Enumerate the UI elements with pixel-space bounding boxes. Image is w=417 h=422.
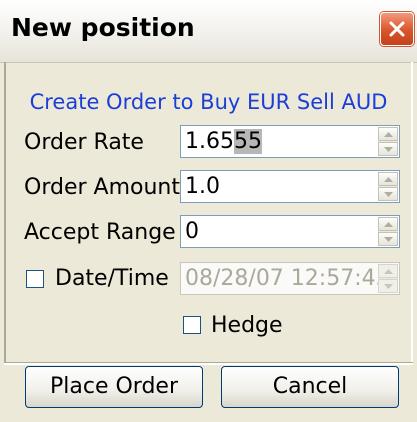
close-icon (389, 21, 405, 37)
order-amount-label: Order Amount (24, 175, 180, 200)
date-time-spinner (378, 264, 398, 293)
order-amount-value[interactable]: 1.0 (185, 173, 220, 200)
accept-range-spinner[interactable] (378, 217, 398, 246)
order-rate-field[interactable]: 1.6555 (180, 125, 400, 158)
accept-range-label: Accept Range (24, 220, 176, 245)
order-amount-spinner[interactable] (378, 172, 398, 201)
order-rate-value-selected: 55 (233, 129, 262, 154)
order-rate-spinner[interactable] (378, 127, 398, 156)
order-amount-spin-up[interactable] (378, 172, 398, 186)
date-time-checkbox[interactable] (26, 270, 44, 288)
order-rate-spin-up[interactable] (378, 127, 398, 141)
date-time-spin-down (378, 279, 398, 293)
accept-range-field[interactable]: 0 (180, 215, 400, 248)
spin-up-icon (383, 131, 393, 137)
spin-down-icon (383, 191, 393, 197)
date-time-value: 08/28/07 12:57:45 (185, 266, 390, 291)
accept-range-value[interactable]: 0 (185, 218, 199, 245)
spin-up-icon (383, 221, 393, 227)
title-bar[interactable]: New position (0, 0, 417, 63)
accept-range-spin-down[interactable] (378, 232, 398, 246)
accept-range-spin-up[interactable] (378, 217, 398, 231)
close-button[interactable] (380, 12, 414, 46)
dialog-window: New position Create Order to Buy EUR Sel… (0, 0, 417, 422)
order-rate-value-plain: 1.65 (185, 129, 234, 154)
hedge-checkbox[interactable] (183, 316, 201, 334)
place-order-button[interactable]: Place Order (25, 366, 203, 408)
spin-down-icon (383, 146, 393, 152)
spin-up-icon (383, 268, 393, 274)
order-rate-value[interactable]: 1.6555 (185, 128, 262, 155)
order-amount-spin-down[interactable] (378, 187, 398, 201)
spin-down-icon (383, 283, 393, 289)
window-title: New position (11, 13, 195, 42)
order-amount-field[interactable]: 1.0 (180, 170, 400, 203)
date-time-field: 08/28/07 12:57:45 (180, 262, 400, 295)
spin-down-icon (383, 236, 393, 242)
date-time-label[interactable]: Date/Time (55, 266, 169, 291)
order-headline: Create Order to Buy EUR Sell AUD (29, 90, 388, 114)
order-rate-spin-down[interactable] (378, 142, 398, 156)
hedge-label[interactable]: Hedge (211, 313, 283, 338)
spin-up-icon (383, 176, 393, 182)
order-rate-label: Order Rate (24, 130, 144, 155)
cancel-button[interactable]: Cancel (221, 366, 399, 408)
date-time-spin-up (378, 264, 398, 278)
footer-divider (4, 362, 413, 365)
